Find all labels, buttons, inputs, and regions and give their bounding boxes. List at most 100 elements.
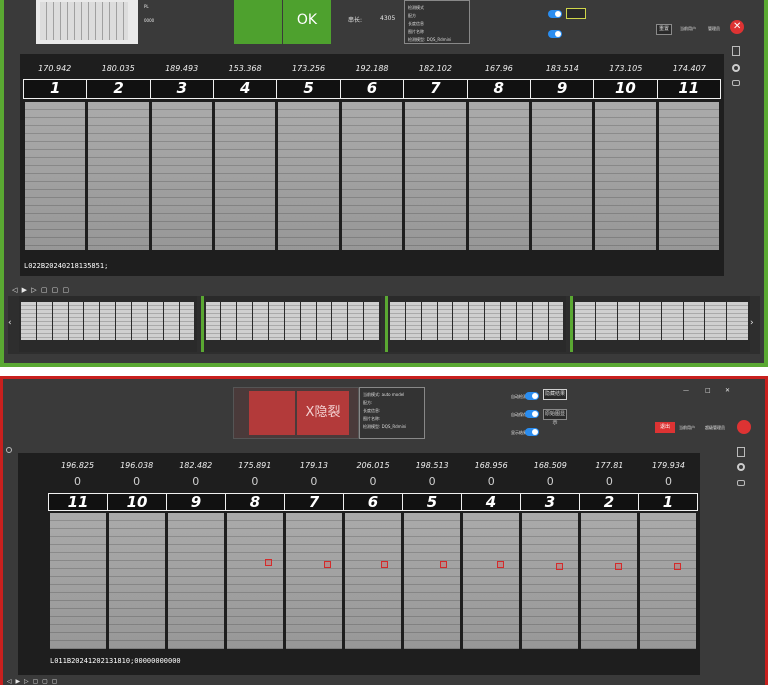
cell-value: 179.13	[299, 461, 328, 470]
info-line: 长度信息	[408, 21, 424, 26]
defect-marker[interactable]	[556, 563, 563, 570]
info-line: 检测模型: DQS_Rdmini	[363, 424, 407, 429]
cell-image[interactable]	[109, 513, 165, 649]
cell-value: 168.956	[474, 461, 508, 470]
string-length-value: 4305	[380, 15, 396, 22]
info-box: 检测模式 配方 长度信息 图片名称 检测模型: DQS_Rdmini	[404, 0, 470, 44]
zero-row: 0 0 0 0 0 0 0 0 0 0 0	[48, 475, 698, 488]
maximize-icon[interactable]: □	[705, 387, 711, 394]
cell-number: 5	[403, 494, 462, 511]
cell-image[interactable]	[345, 513, 401, 649]
cell-value: 182.482	[179, 461, 213, 470]
exit-button[interactable]: 退出	[655, 422, 675, 433]
cell-value: 198.513	[415, 461, 449, 470]
cell-number: 1	[662, 493, 674, 511]
cell-image[interactable]	[88, 102, 149, 250]
defect-marker[interactable]	[324, 561, 331, 568]
cell-image[interactable]	[215, 102, 276, 250]
thumbnail[interactable]	[569, 296, 750, 352]
toggle-show-result[interactable]	[548, 30, 562, 38]
hide-result-button[interactable]: 隐藏结果	[543, 389, 567, 400]
cell-number: 10	[594, 80, 658, 98]
cell-image[interactable]	[405, 102, 466, 250]
cell-value: 175.891	[238, 461, 272, 470]
info-line: 长度信息:	[363, 408, 381, 413]
cell-value: 182.102	[418, 64, 452, 73]
barcode-label: L011B20241202131810;00000000000	[50, 657, 181, 665]
cell-defect-count: 0	[369, 475, 377, 488]
cell-value: 173.105	[609, 64, 643, 73]
cell-image[interactable]	[531, 102, 593, 250]
playback-controls[interactable]: ◁ ▶ ▷ ▢ ▢ ▢	[7, 678, 58, 685]
cell-image[interactable]	[227, 513, 283, 649]
record-icon[interactable]	[732, 64, 740, 72]
cell-image[interactable]	[341, 102, 403, 250]
cell-image[interactable]	[658, 102, 719, 250]
defect-marker[interactable]	[381, 561, 388, 568]
thumbnail-list	[16, 296, 750, 352]
cell-number: 11	[49, 494, 108, 511]
current-user-label: 当前用户	[680, 26, 696, 31]
defect-marker[interactable]	[265, 559, 272, 566]
playback-controls[interactable]: ◁ ▶ ▷ ▢ ▢ ▢	[12, 286, 70, 294]
cell-defect-count: 0	[251, 475, 259, 488]
toggle-show-result[interactable]	[525, 428, 539, 436]
thumbnail[interactable]	[385, 296, 566, 352]
cell-image[interactable]	[522, 513, 578, 649]
cell-value: 183.514	[545, 64, 579, 73]
cell-defect-count: 0	[310, 475, 318, 488]
settings-icon[interactable]	[6, 447, 12, 453]
thumbnail[interactable]	[200, 296, 381, 352]
cell-strip: 170.942 180.035 189.493 153.368 173.256 …	[20, 54, 724, 276]
cell-defect-count: 0	[546, 475, 554, 488]
cell-value: 167.96	[484, 64, 513, 73]
info-line: 图片名称	[408, 29, 424, 34]
cell-value: 174.407	[672, 64, 706, 73]
defect-marker[interactable]	[440, 561, 447, 568]
cell-image[interactable]	[168, 513, 224, 649]
toggle-auto-detect[interactable]	[525, 392, 539, 400]
cell-image[interactable]	[286, 513, 342, 649]
cell-number: 2	[580, 494, 639, 511]
value-row: 170.942 180.035 189.493 153.368 173.256 …	[23, 64, 721, 73]
cell-image[interactable]	[151, 102, 213, 250]
cell-image[interactable]	[595, 102, 656, 250]
reset-button[interactable]: 重置	[656, 24, 672, 35]
power-icon[interactable]	[737, 420, 751, 434]
document-icon[interactable]	[737, 447, 745, 457]
info-box: 当前模式: auto model 配方: 长度信息: 图片名称: 检测模型: D…	[359, 387, 425, 439]
raw-image-button[interactable]: 原始图显示	[543, 409, 567, 426]
cell-image[interactable]	[50, 513, 106, 649]
cell-image[interactable]	[640, 513, 696, 649]
cell-image[interactable]	[404, 513, 460, 649]
cell-strip: 196.825 196.038 182.482 175.891 179.13 2…	[18, 453, 700, 675]
camera-icon[interactable]	[737, 480, 745, 486]
cell-image[interactable]	[581, 513, 637, 649]
toggle-auto-save[interactable]	[548, 10, 562, 18]
cell-number-row: 1 2 3 4 5 6 7 8 9 10 11	[23, 79, 721, 99]
thumbnail-bar: ‹ ›	[8, 296, 760, 354]
minimize-icon[interactable]: —	[683, 387, 689, 394]
defect-marker[interactable]	[497, 561, 504, 568]
cell-number: 6	[341, 80, 405, 98]
cell-image[interactable]	[463, 513, 519, 649]
cell-image[interactable]	[278, 102, 339, 250]
cell-image[interactable]	[468, 102, 529, 250]
toggle-auto-save[interactable]	[525, 410, 539, 418]
chevron-left-icon[interactable]: ‹	[8, 318, 12, 328]
record-icon[interactable]	[737, 463, 745, 471]
side-button-raw[interactable]	[566, 8, 586, 19]
defect-marker[interactable]	[674, 563, 681, 570]
chevron-right-icon[interactable]: ›	[750, 318, 754, 328]
close-icon[interactable]: ✕	[730, 20, 744, 34]
thumbnail[interactable]	[16, 296, 197, 352]
cell-image[interactable]	[25, 102, 86, 250]
top-inspection-panel: PL 0000 OK 串长: 4305 检测模式 配方 长度信息 图片名称 检测…	[0, 0, 768, 367]
cell-defect-count: 0	[428, 475, 436, 488]
camera-icon[interactable]	[732, 80, 740, 86]
document-icon[interactable]	[732, 46, 740, 56]
window-close-icon[interactable]: ✕	[725, 387, 730, 394]
defect-marker[interactable]	[615, 563, 622, 570]
info-line: 检测模型: DQS_Rdmini	[408, 37, 452, 42]
cell-defect-count: 0	[664, 475, 672, 488]
